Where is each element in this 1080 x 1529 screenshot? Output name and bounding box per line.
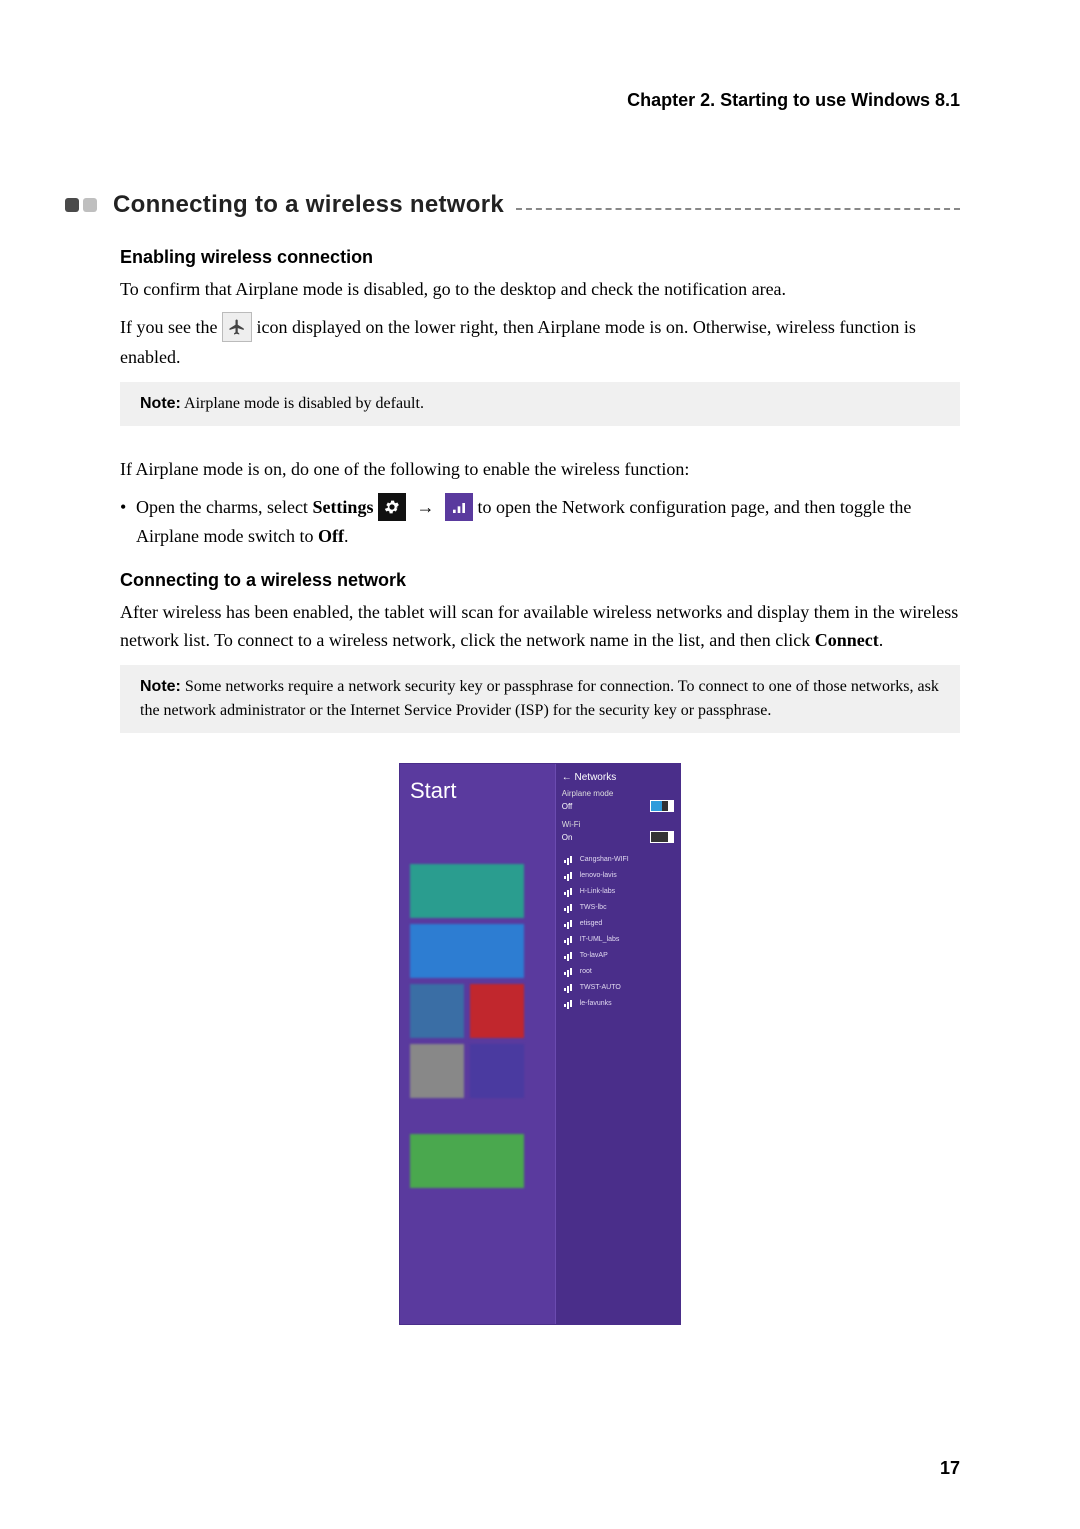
bullet-open-charms: • Open the charms, select Settings → to … bbox=[120, 494, 960, 551]
tile bbox=[410, 864, 524, 918]
chapter-header: Chapter 2. Starting to use Windows 8.1 bbox=[120, 90, 960, 111]
arrow-icon: → bbox=[410, 497, 440, 517]
para-airplane-icon: If you see the icon displayed on the low… bbox=[120, 314, 960, 372]
tile bbox=[470, 984, 524, 1038]
text-fragment: If you see the bbox=[120, 317, 222, 337]
network-name: Cangshan-WIFI bbox=[580, 856, 629, 863]
network-item[interactable]: IT-UML_labs bbox=[562, 931, 674, 947]
subheading-enabling: Enabling wireless connection bbox=[120, 247, 960, 268]
networks-screenshot: Start Networks Airplane mode Off Wi-Fi O… bbox=[399, 763, 681, 1325]
note-text: Some networks require a network security… bbox=[140, 678, 939, 719]
note-box-2: Note: Some networks require a network se… bbox=[120, 665, 960, 733]
networks-header: Networks bbox=[562, 772, 674, 783]
network-name: le-favunks bbox=[580, 1000, 612, 1007]
network-item[interactable]: TWST-AUTO bbox=[562, 979, 674, 995]
para-if-on: If Airplane mode is on, do one of the fo… bbox=[120, 456, 960, 484]
note-label: Note: bbox=[140, 678, 181, 695]
network-list: Cangshan-WIFI lenovo-lavis H-Link-labs TWS-… bbox=[562, 851, 674, 1011]
network-item[interactable]: To-lavAP bbox=[562, 947, 674, 963]
section-rule bbox=[516, 208, 960, 210]
settings-gear-icon bbox=[378, 493, 406, 521]
off-label: Off bbox=[318, 526, 344, 546]
wifi-toggle[interactable] bbox=[650, 831, 674, 843]
network-item[interactable]: H-Link-labs bbox=[562, 883, 674, 899]
network-name: TWST-AUTO bbox=[580, 984, 621, 991]
signal-icon bbox=[564, 887, 574, 895]
settings-label: Settings bbox=[312, 497, 373, 517]
start-tiles bbox=[410, 864, 530, 1188]
wifi-state: On bbox=[562, 833, 573, 842]
signal-icon bbox=[564, 855, 574, 863]
body-text-1: To confirm that Airplane mode is disable… bbox=[120, 276, 960, 372]
networks-charm-pane: Networks Airplane mode Off Wi-Fi On Cang… bbox=[555, 764, 680, 1324]
network-item[interactable]: lenovo-lavis bbox=[562, 867, 674, 883]
signal-icon bbox=[564, 951, 574, 959]
body-text-3: After wireless has been enabled, the tab… bbox=[120, 599, 960, 655]
tile bbox=[410, 1044, 464, 1098]
network-item[interactable]: Cangshan-WIFI bbox=[562, 851, 674, 867]
text-fragment: . bbox=[344, 526, 349, 546]
airplane-mode-label: Airplane mode bbox=[562, 789, 674, 798]
wifi-label: Wi-Fi bbox=[562, 820, 674, 829]
network-name: etisged bbox=[580, 920, 603, 927]
body-text-2: If Airplane mode is on, do one of the fo… bbox=[120, 456, 960, 551]
note-box-1: Note: Airplane mode is disabled by defau… bbox=[120, 382, 960, 426]
signal-icon bbox=[564, 967, 574, 975]
start-screen-pane: Start bbox=[400, 764, 555, 1324]
tile bbox=[410, 924, 524, 978]
network-item[interactable]: TWS-lbc bbox=[562, 899, 674, 915]
signal-icon bbox=[564, 999, 574, 1007]
start-title: Start bbox=[410, 778, 545, 804]
connect-label: Connect bbox=[815, 630, 879, 650]
network-name: To-lavAP bbox=[580, 952, 608, 959]
text-fragment: . bbox=[879, 630, 884, 650]
note-text: Airplane mode is disabled by default. bbox=[181, 395, 424, 412]
signal-icon bbox=[564, 919, 574, 927]
network-item[interactable]: le-favunks bbox=[562, 995, 674, 1011]
para-after-enabled: After wireless has been enabled, the tab… bbox=[120, 599, 960, 655]
note-label: Note: bbox=[140, 395, 181, 412]
section-title-row: Connecting to a wireless network bbox=[65, 191, 960, 219]
signal-icon bbox=[564, 983, 574, 991]
tile bbox=[470, 1044, 524, 1098]
network-item[interactable]: etisged bbox=[562, 915, 674, 931]
network-item[interactable]: root bbox=[562, 963, 674, 979]
tile bbox=[410, 984, 464, 1038]
signal-icon bbox=[564, 903, 574, 911]
network-name: root bbox=[580, 968, 592, 975]
signal-icon bbox=[564, 935, 574, 943]
section-title: Connecting to a wireless network bbox=[113, 191, 504, 219]
tile bbox=[410, 1134, 524, 1188]
text-fragment: Open the charms, select bbox=[136, 497, 312, 517]
airplane-toggle[interactable] bbox=[650, 800, 674, 812]
section-bullet-icon bbox=[65, 198, 101, 212]
airplane-state: Off bbox=[562, 802, 573, 811]
network-name: TWS-lbc bbox=[580, 904, 607, 911]
network-name: IT-UML_labs bbox=[580, 936, 620, 943]
subheading-connecting: Connecting to a wireless network bbox=[120, 570, 960, 591]
network-bars-icon bbox=[445, 493, 473, 521]
signal-icon bbox=[564, 871, 574, 879]
para-confirm: To confirm that Airplane mode is disable… bbox=[120, 276, 960, 304]
network-name: H-Link-labs bbox=[580, 888, 615, 895]
page-number: 17 bbox=[940, 1458, 960, 1479]
network-name: lenovo-lavis bbox=[580, 872, 617, 879]
airplane-mode-icon bbox=[222, 312, 252, 342]
